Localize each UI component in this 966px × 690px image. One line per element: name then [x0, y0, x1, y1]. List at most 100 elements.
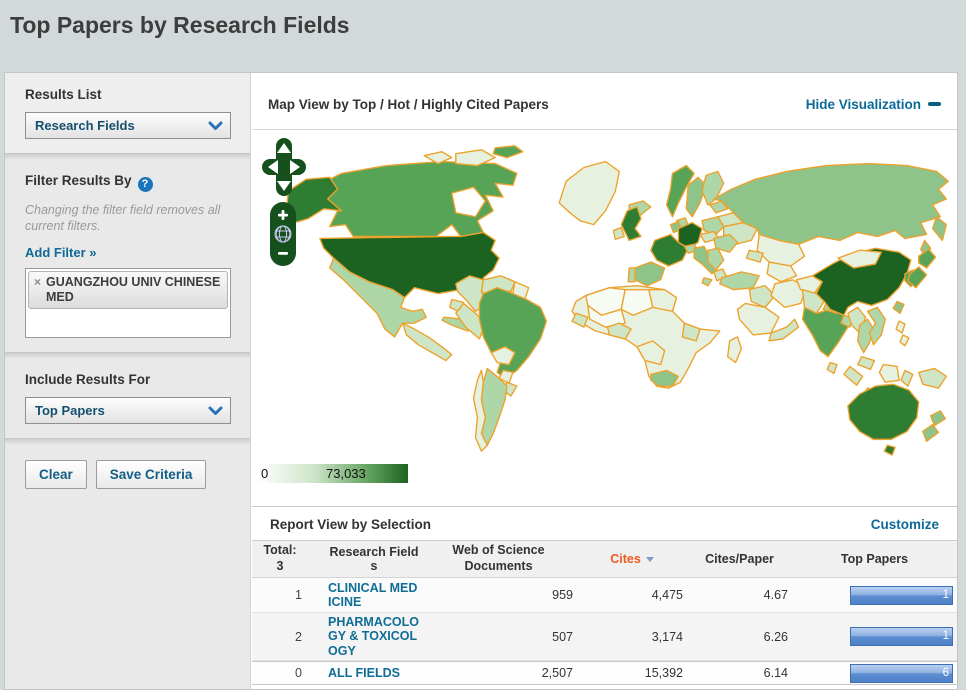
- table-header-row: Total: 3 Research Fields Web of Science …: [252, 541, 957, 578]
- country-japan[interactable]: [919, 249, 936, 268]
- content-panel: Results List Research Fields Filter Resu…: [4, 72, 958, 690]
- row-field-link: CLINICAL MEDICINE: [328, 581, 420, 610]
- column-wos-documents[interactable]: Web of Science Documents: [420, 543, 577, 574]
- map-zoom-control[interactable]: [270, 202, 296, 266]
- row-cites: 3,174: [577, 630, 687, 644]
- save-criteria-button[interactable]: Save Criteria: [96, 460, 207, 489]
- legend-min: 0: [261, 466, 268, 481]
- country-saudi-arabia[interactable]: [738, 303, 779, 335]
- report-view-header: Report View by Selection Customize: [252, 506, 957, 541]
- table-row: 2 PHARMACOLOGY & TOXICOLOGY 507 3,174 6.…: [252, 613, 957, 661]
- chevron-down-icon: [208, 406, 223, 416]
- page-title: Top Papers by Research Fields: [10, 12, 350, 39]
- country-philippines[interactable]: [900, 335, 909, 346]
- row-rank: 0: [252, 666, 308, 680]
- map-color-legend: 0 73,033: [258, 464, 408, 483]
- customize-link[interactable]: Customize: [871, 517, 939, 532]
- sort-descending-icon: [646, 557, 654, 562]
- country-spain[interactable]: [635, 262, 665, 286]
- results-list-dropdown[interactable]: Research Fields: [25, 112, 231, 139]
- region-caucasus[interactable]: [746, 250, 763, 262]
- filter-section: Filter Results By? Changing the filter f…: [5, 159, 250, 352]
- row-docs: 2,507: [420, 666, 577, 680]
- filter-tag[interactable]: × GUANGZHOU UNIV CHINESE MED: [28, 271, 228, 309]
- region-central-america[interactable]: [403, 323, 452, 360]
- row-field-link: PHARMACOLOGY & TOXICOLOGY: [328, 615, 420, 658]
- filter-listbox: × GUANGZHOU UNIV CHINESE MED: [25, 268, 231, 338]
- results-list-dropdown-value: Research Fields: [26, 118, 135, 133]
- country-malaysia[interactable]: [858, 357, 875, 370]
- country-taiwan[interactable]: [893, 301, 904, 313]
- column-top-papers[interactable]: Top Papers: [792, 552, 957, 566]
- filter-tag-label: GUANGZHOU UNIV CHINESE MED: [46, 275, 222, 305]
- country-sicily[interactable]: [702, 278, 712, 286]
- sidebar-actions: Clear Save Criteria: [5, 444, 250, 489]
- country-brazil[interactable]: [479, 288, 546, 379]
- row-docs: 507: [420, 630, 577, 644]
- add-filter-link[interactable]: Add Filter »: [25, 245, 97, 260]
- country-greenland[interactable]: [559, 162, 619, 225]
- map-area: 0 73,033: [252, 130, 957, 506]
- include-results-dropdown-value: Top Papers: [26, 403, 105, 418]
- top-papers-value: 1: [943, 589, 952, 601]
- top-papers-value: 6: [943, 667, 952, 679]
- world-map: [258, 134, 954, 464]
- results-list-heading: Results List: [25, 87, 232, 102]
- country-australia[interactable]: [848, 384, 919, 439]
- row-cites-per-paper: 4.67: [687, 588, 792, 602]
- country-sri-lanka[interactable]: [827, 363, 837, 374]
- column-research-fields[interactable]: Research Fields: [328, 545, 420, 574]
- include-results-heading: Include Results For: [25, 372, 232, 387]
- remove-filter-icon[interactable]: ×: [34, 275, 41, 305]
- row-cites-per-paper: 6.14: [687, 666, 792, 680]
- column-cites[interactable]: Cites: [577, 552, 687, 566]
- row-rank: 2: [252, 630, 308, 644]
- country-tasmania[interactable]: [884, 445, 895, 455]
- country-new-zealand[interactable]: [931, 411, 946, 426]
- region-kamchatka[interactable]: [933, 217, 947, 241]
- results-list-section: Results List Research Fields: [5, 73, 250, 153]
- help-icon[interactable]: ?: [138, 177, 153, 192]
- chevron-down-icon: [208, 121, 223, 131]
- table-row: 0 ALL FIELDS 2,507 15,392 6.14 6: [252, 661, 957, 685]
- report-view-title: Report View by Selection: [270, 517, 431, 532]
- row-cites-per-paper: 6.26: [687, 630, 792, 644]
- hide-visualization-link[interactable]: Hide Visualization: [806, 97, 941, 112]
- country-ireland[interactable]: [613, 228, 624, 240]
- sidebar: Results List Research Fields Filter Resu…: [5, 73, 251, 689]
- clear-button[interactable]: Clear: [25, 460, 87, 489]
- include-results-dropdown[interactable]: Top Papers: [25, 397, 231, 424]
- legend-max: 73,033: [326, 466, 366, 481]
- map-view-header: Map View by Top / Hot / Highly Cited Pap…: [252, 73, 957, 130]
- main-panel: Map View by Top / Hot / Highly Cited Pap…: [252, 73, 957, 689]
- zoom-out-icon: [278, 252, 288, 255]
- top-papers-bar: 6: [850, 664, 953, 683]
- country-indonesia-borneo[interactable]: [879, 365, 899, 383]
- row-docs: 959: [420, 588, 577, 602]
- country-egypt[interactable]: [649, 290, 677, 312]
- country-indonesia-sulawesi[interactable]: [901, 370, 913, 386]
- country-papua-new-guinea[interactable]: [919, 368, 947, 388]
- country-portugal[interactable]: [628, 268, 635, 282]
- table-row: 1 CLINICAL MEDICINE 959 4,475 4.67 1: [252, 578, 957, 613]
- map-controls: [262, 138, 308, 266]
- column-cites-per-paper[interactable]: Cites/Paper: [687, 552, 792, 566]
- country-canada[interactable]: [318, 162, 517, 237]
- top-papers-value: 1: [943, 630, 952, 642]
- arctic-island[interactable]: [493, 146, 523, 158]
- filter-heading: Filter Results By?: [25, 173, 232, 192]
- country-new-zealand[interactable]: [923, 425, 939, 442]
- country-ethiopia[interactable]: [682, 323, 700, 341]
- map-view-title: Map View by Top / Hot / Highly Cited Pap…: [268, 97, 549, 112]
- country-philippines[interactable]: [896, 321, 905, 333]
- row-cites: 15,392: [577, 666, 687, 680]
- top-papers-bar: 1: [850, 586, 953, 605]
- page: Top Papers by Research Fields Results Li…: [0, 0, 966, 690]
- country-indonesia-sumatra[interactable]: [844, 366, 863, 385]
- minus-icon: [928, 102, 941, 106]
- map-pan-control[interactable]: [262, 138, 306, 196]
- country-madagascar[interactable]: [728, 337, 742, 363]
- row-field-link: ALL FIELDS: [328, 666, 420, 680]
- include-results-section: Include Results For Top Papers: [5, 358, 250, 438]
- filter-note: Changing the filter field removes all cu…: [25, 202, 231, 235]
